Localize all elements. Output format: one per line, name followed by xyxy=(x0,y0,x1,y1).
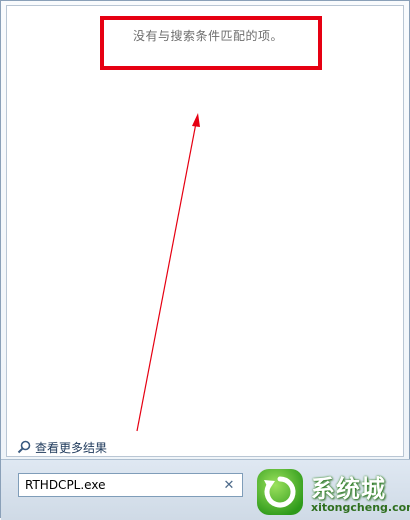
start-menu-search-window: 没有与搜索条件匹配的项。 查看更多结果 ✕ 系统城 xiton xyxy=(0,0,410,520)
magnifier-icon xyxy=(17,440,31,454)
search-box[interactable]: ✕ xyxy=(18,473,243,497)
no-results-message: 没有与搜索条件匹配的项。 xyxy=(133,29,284,43)
circular-arrow-logo-icon xyxy=(257,469,303,515)
see-more-results-label: 查看更多结果 xyxy=(35,440,108,455)
watermark-url: xitongcheng.com xyxy=(311,501,410,514)
see-more-results-link[interactable]: 查看更多结果 xyxy=(17,439,107,455)
close-icon[interactable]: ✕ xyxy=(220,476,238,494)
watermark: 系统城 xitongcheng.com xyxy=(251,463,410,519)
search-input[interactable] xyxy=(19,475,220,495)
watermark-title: 系统城 xyxy=(311,474,386,503)
search-results-pane xyxy=(6,5,404,457)
